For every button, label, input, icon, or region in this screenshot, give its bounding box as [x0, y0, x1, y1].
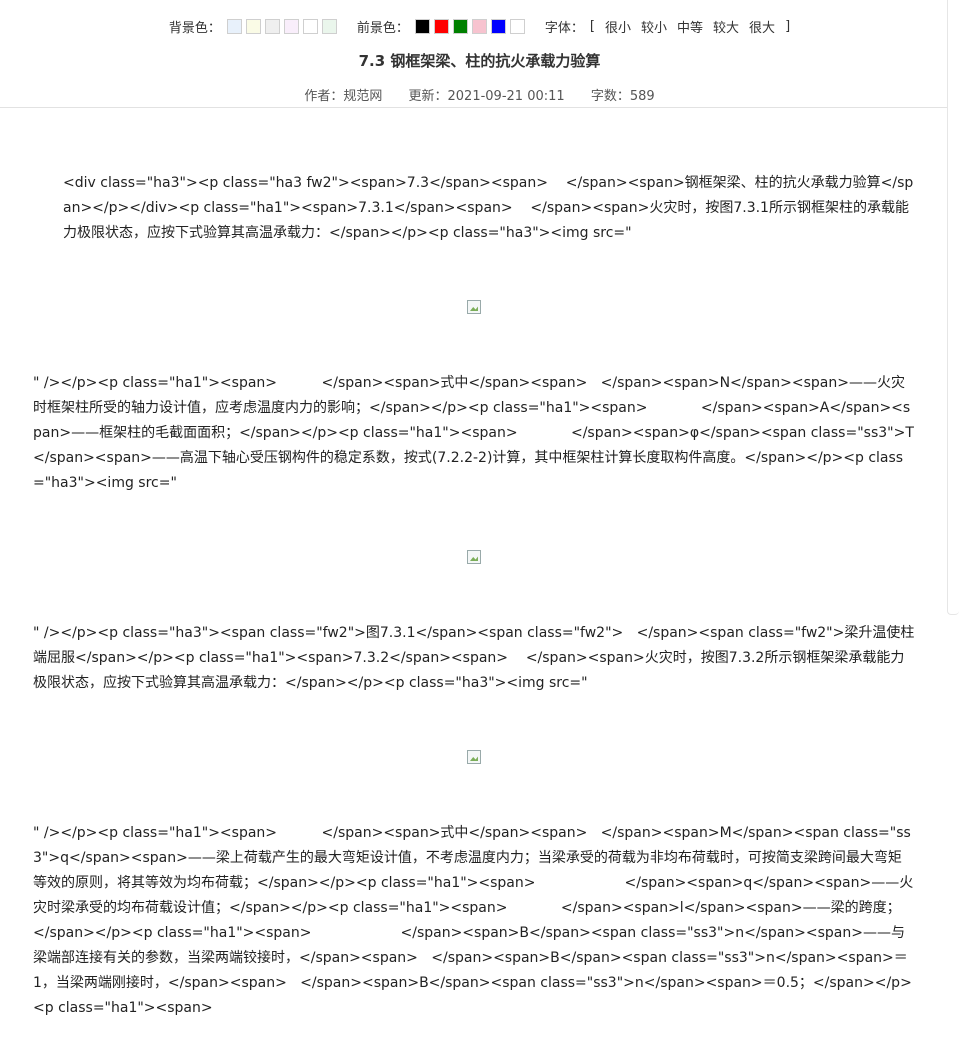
fg-swatch-blue[interactable] [490, 18, 506, 34]
bg-swatch-light-yellow[interactable] [245, 18, 261, 34]
fg-swatch-black[interactable] [414, 18, 430, 34]
bg-swatch-light-blue[interactable] [226, 18, 242, 34]
background-color-swatches [226, 18, 337, 34]
foreground-color-swatches [414, 18, 525, 34]
author: 作者：规范网 [304, 89, 383, 104]
text-block: <div class="ha3"><p class="ha3 fw2"><spa… [63, 175, 914, 241]
text-block: " /></p><p class="ha3"><span class="fw2"… [33, 625, 915, 691]
bg-swatch-light-gray[interactable] [264, 18, 280, 34]
broken-image [33, 546, 915, 571]
bracket-open: [ [589, 18, 595, 34]
reader-toolbar: 背景色： 前景色： 字体： [ 很小 较小 中等 较大 很大 ] [0, 14, 959, 38]
article-body: <div class="ha3"><p class="ha3 fw2"><spa… [33, 121, 915, 1046]
broken-image-icon [467, 750, 481, 764]
updated-time: 更新：2021-09-21 00:11 [408, 89, 565, 104]
bracket-close: ] [785, 18, 791, 34]
font-size-small[interactable]: 较小 [641, 17, 667, 36]
text-block: " /></p><p class="ha1"><span> </span><sp… [33, 825, 914, 1016]
bg-swatch-light-green[interactable] [321, 18, 337, 34]
bg-swatch-light-pink[interactable] [283, 18, 299, 34]
word-count: 字数：589 [590, 89, 655, 104]
article-meta: 作者：规范网 更新：2021-09-21 00:11 字数：589 [0, 85, 959, 104]
scrollbar[interactable] [947, 0, 959, 615]
foreground-color-label: 前景色： [356, 20, 409, 36]
font-size-options: [ 很小 较小 中等 较大 很大 ] [590, 17, 790, 36]
fg-swatch-pink[interactable] [471, 18, 487, 34]
font-size-medium[interactable]: 中等 [677, 17, 703, 36]
header-divider [0, 107, 947, 108]
broken-image-icon [467, 300, 481, 314]
font-size-label: 字体： [544, 20, 584, 36]
font-size-very-small[interactable]: 很小 [605, 17, 631, 36]
broken-image [33, 746, 915, 771]
font-size-very-large[interactable]: 很大 [749, 17, 775, 36]
background-color-label: 背景色： [168, 20, 221, 36]
fg-swatch-green[interactable] [452, 18, 468, 34]
bg-swatch-white[interactable] [302, 18, 318, 34]
text-block: " /></p><p class="ha1"><span> </span><sp… [33, 375, 914, 491]
broken-image [33, 296, 915, 321]
page-title: 7.3 钢框架梁、柱的抗火承载力验算 [358, 52, 601, 70]
fg-swatch-white[interactable] [509, 18, 525, 34]
fg-swatch-red[interactable] [433, 18, 449, 34]
broken-image-icon [467, 550, 481, 564]
font-size-large[interactable]: 较大 [713, 17, 739, 36]
